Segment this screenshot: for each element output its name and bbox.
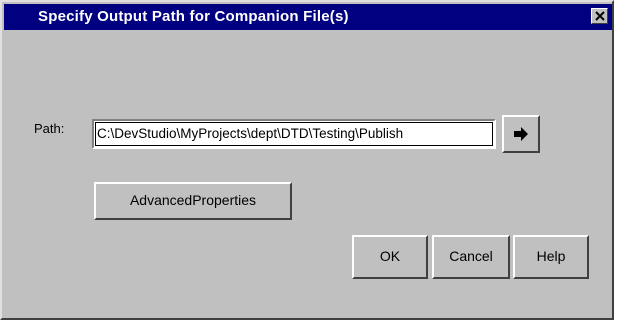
browse-path-button[interactable] bbox=[502, 115, 540, 153]
close-button[interactable] bbox=[591, 8, 608, 24]
path-input[interactable]: C:\DevStudio\MyProjects\dept\DTD\Testing… bbox=[92, 119, 496, 149]
title-bar[interactable]: Specify Output Path for Companion File(s… bbox=[4, 4, 612, 30]
help-button[interactable]: Help bbox=[513, 235, 589, 279]
dialog-title: Specify Output Path for Companion File(s… bbox=[38, 8, 349, 25]
ok-button[interactable]: OK bbox=[352, 235, 428, 279]
arrow-right-icon bbox=[514, 127, 528, 141]
cancel-button[interactable]: Cancel bbox=[432, 235, 510, 279]
close-icon bbox=[595, 11, 605, 21]
output-path-dialog: Specify Output Path for Companion File(s… bbox=[0, 0, 614, 320]
advanced-properties-button[interactable]: AdvancedProperties bbox=[94, 182, 292, 220]
path-label: Path: bbox=[34, 121, 65, 136]
